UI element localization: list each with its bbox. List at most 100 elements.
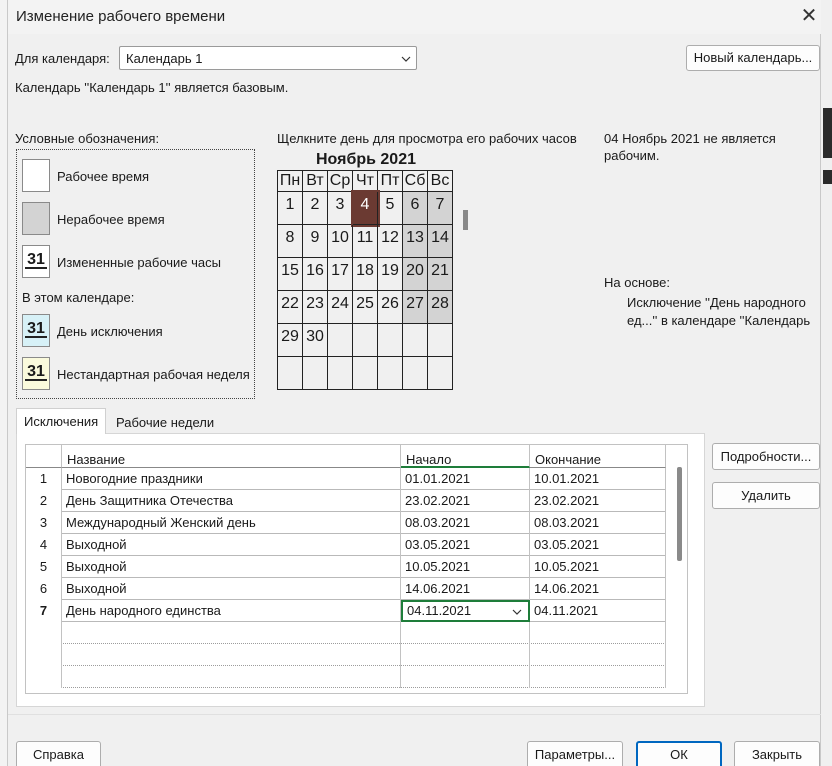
- calendar-day-cell[interactable]: 1: [278, 192, 303, 225]
- start-date-editor[interactable]: 04.11.2021: [401, 600, 530, 622]
- exception-end-cell[interactable]: 14.06.2021: [530, 578, 666, 600]
- calendar-day-cell[interactable]: 29: [278, 324, 303, 357]
- calendar-day-cell[interactable]: 24: [328, 291, 353, 324]
- exception-end-cell[interactable]: 10.01.2021: [530, 468, 666, 490]
- exception-start-cell[interactable]: 23.02.2021: [401, 490, 530, 512]
- exception-start-cell[interactable]: 03.05.2021: [401, 534, 530, 556]
- exception-name-cell[interactable]: Выходной: [62, 556, 401, 578]
- empty-table-row[interactable]: [26, 666, 666, 688]
- calendar-day-cell[interactable]: 25: [353, 291, 378, 324]
- exception-name-cell[interactable]: [62, 622, 401, 644]
- calendar-select[interactable]: Календарь 1: [119, 46, 417, 70]
- footer-separator: [8, 714, 821, 715]
- calendar-day-cell[interactable]: 30: [303, 324, 328, 357]
- calendar-day-cell[interactable]: 13: [403, 225, 428, 258]
- table-row[interactable]: 4 Выходной 03.05.2021 03.05.2021: [26, 534, 666, 556]
- exception-start-cell[interactable]: 08.03.2021: [401, 512, 530, 534]
- table-row[interactable]: 2 День Защитника Отечества 23.02.2021 23.02…: [26, 490, 666, 512]
- exception-start-cell[interactable]: [401, 622, 530, 644]
- calendar-day-cell[interactable]: 14: [428, 225, 453, 258]
- calendar-day-cell[interactable]: 7: [428, 192, 453, 225]
- column-header-end[interactable]: Окончание: [530, 445, 666, 468]
- tab-work-weeks[interactable]: Рабочие недели: [110, 410, 230, 436]
- exception-end-cell[interactable]: 08.03.2021: [530, 512, 666, 534]
- exception-name-cell[interactable]: Выходной: [62, 578, 401, 600]
- calendar-day-cell[interactable]: 4: [351, 190, 380, 227]
- exception-start-cell[interactable]: [401, 666, 530, 688]
- exception-start-cell[interactable]: 01.01.2021: [401, 468, 530, 490]
- exception-end-cell[interactable]: [530, 622, 666, 644]
- chevron-down-icon[interactable]: [512, 607, 522, 617]
- exception-end-cell[interactable]: 10.05.2021: [530, 556, 666, 578]
- calendar-empty-cell: [378, 324, 403, 357]
- calendar-day-cell[interactable]: 23: [303, 291, 328, 324]
- options-button[interactable]: Параметры...: [527, 741, 623, 766]
- calendar-day-cell[interactable]: 12: [378, 225, 403, 258]
- exception-end-cell[interactable]: [530, 644, 666, 666]
- column-header-start[interactable]: Начало: [401, 445, 530, 468]
- exception-name-cell[interactable]: День народного единства: [62, 600, 401, 622]
- exception-name-cell[interactable]: День Защитника Отечества: [62, 490, 401, 512]
- close-button[interactable]: Закрыть: [734, 741, 820, 766]
- dialog-title: Изменение рабочего времени: [16, 8, 226, 25]
- row-number-header: [26, 445, 62, 468]
- table-row[interactable]: 7 День народного единства 04.11.2021 04.11.…: [26, 600, 666, 622]
- exception-end-cell[interactable]: 04.11.2021: [530, 600, 666, 622]
- close-icon[interactable]: ✕: [798, 6, 820, 28]
- calendar-day-cell[interactable]: 5: [378, 192, 403, 225]
- calendar-day-cell[interactable]: 15: [278, 258, 303, 291]
- exception-end-cell[interactable]: 23.02.2021: [530, 490, 666, 512]
- exception-end-cell[interactable]: [530, 666, 666, 688]
- table-row[interactable]: 1 Новогодние праздники 01.01.2021 10.01.202…: [26, 468, 666, 490]
- exception-name-cell[interactable]: Международный Женский день: [62, 512, 401, 534]
- legend-changed-hours-swatch: 31: [22, 245, 50, 278]
- calendar-day-cell[interactable]: 17: [328, 258, 353, 291]
- empty-table-row[interactable]: [26, 644, 666, 666]
- exception-name-cell[interactable]: Новогодние праздники: [62, 468, 401, 490]
- calendar-weekday-header: Вт: [303, 170, 328, 192]
- delete-button[interactable]: Удалить: [712, 482, 820, 509]
- calendar-day-cell[interactable]: 19: [378, 258, 403, 291]
- calendar-day-cell[interactable]: 20: [403, 258, 428, 291]
- legend-nonstandard-week-swatch: 31: [22, 357, 50, 390]
- help-button[interactable]: Справка: [16, 741, 101, 766]
- calendar-day-cell[interactable]: 2: [303, 192, 328, 225]
- calendar-day-cell[interactable]: 22: [278, 291, 303, 324]
- calendar-day-cell[interactable]: 11: [353, 225, 378, 258]
- ok-button[interactable]: ОК: [636, 741, 722, 766]
- calendar-day-cell[interactable]: 21: [428, 258, 453, 291]
- calendar-day-cell[interactable]: 26: [378, 291, 403, 324]
- exception-start-cell[interactable]: [401, 644, 530, 666]
- row-number-cell: [26, 644, 62, 666]
- exception-name-cell[interactable]: Выходной: [62, 534, 401, 556]
- tab-exceptions[interactable]: Исключения: [16, 408, 106, 434]
- calendar-weekday-header: Пт: [378, 170, 403, 192]
- calendar-day-cell[interactable]: 27: [403, 291, 428, 324]
- calendar-empty-cell: [278, 357, 303, 390]
- exception-name-cell[interactable]: [62, 666, 401, 688]
- column-header-name[interactable]: Название: [62, 445, 401, 468]
- table-row[interactable]: 3 Международный Женский день 08.03.2021 08.…: [26, 512, 666, 534]
- calendar-day-cell[interactable]: 10: [328, 225, 353, 258]
- details-button[interactable]: Подробности...: [712, 443, 820, 470]
- calendar-day-cell[interactable]: 9: [303, 225, 328, 258]
- calendar-day-cell[interactable]: 8: [278, 225, 303, 258]
- calendar-scroll-thumb[interactable]: [463, 210, 468, 230]
- calendar-day-cell[interactable]: 6: [403, 192, 428, 225]
- change-working-time-dialog: Изменение рабочего времени ✕ Для календа…: [7, 0, 821, 766]
- table-row[interactable]: 6 Выходной 14.06.2021 14.06.2021: [26, 578, 666, 600]
- row-number-cell: 4: [26, 534, 62, 556]
- exception-end-cell[interactable]: 03.05.2021: [530, 534, 666, 556]
- exception-name-cell[interactable]: [62, 644, 401, 666]
- calendar-day-cell[interactable]: 16: [303, 258, 328, 291]
- calendar-day-cell[interactable]: 18: [353, 258, 378, 291]
- row-number-cell: 7: [26, 600, 62, 622]
- table-row[interactable]: 5 Выходной 10.05.2021 10.05.2021: [26, 556, 666, 578]
- table-scroll-thumb[interactable]: [677, 467, 682, 561]
- calendar-day-cell[interactable]: 3: [328, 192, 353, 225]
- calendar-day-cell[interactable]: 28: [428, 291, 453, 324]
- empty-table-row[interactable]: [26, 622, 666, 644]
- exception-start-cell[interactable]: 14.06.2021: [401, 578, 530, 600]
- exception-start-cell[interactable]: 10.05.2021: [401, 556, 530, 578]
- new-calendar-button[interactable]: Новый календарь...: [686, 45, 820, 71]
